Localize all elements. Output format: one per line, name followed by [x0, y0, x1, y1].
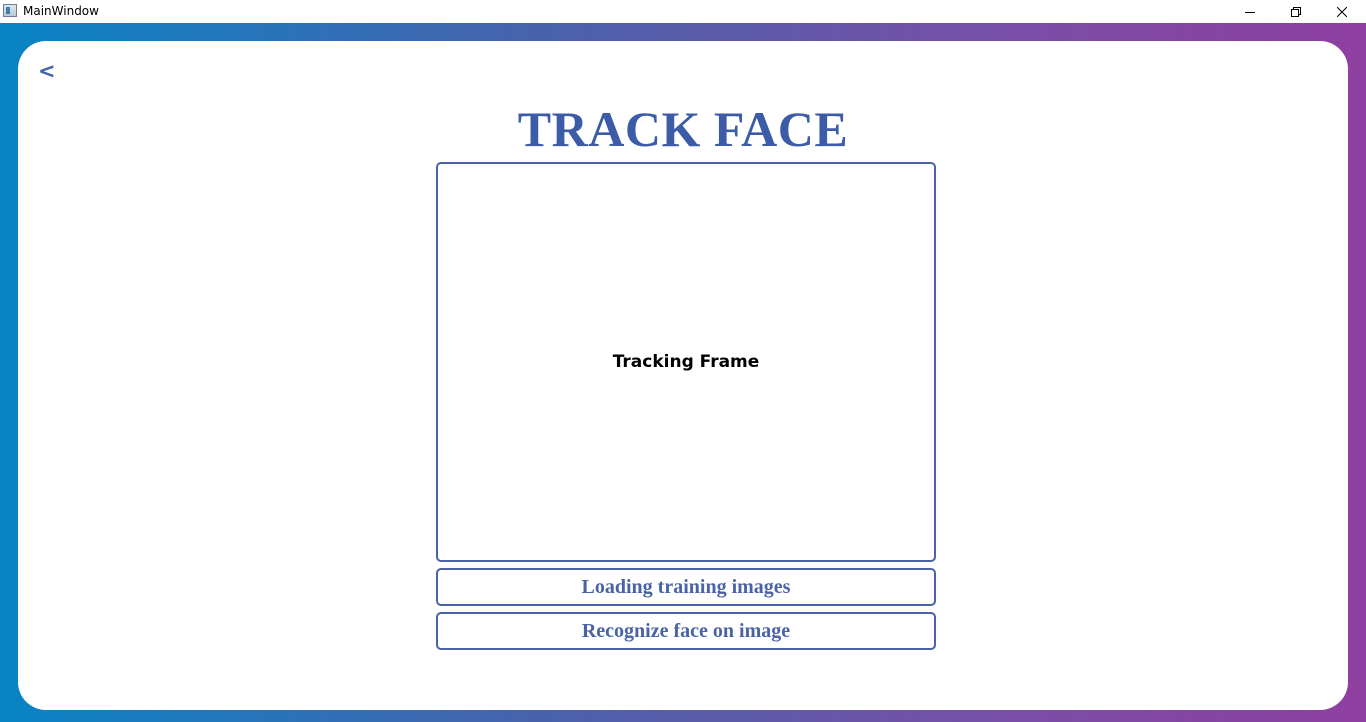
minimize-button[interactable]	[1227, 0, 1273, 23]
app-icon	[3, 4, 17, 17]
page-title: TRACK FACE	[517, 101, 849, 157]
restore-button[interactable]	[1273, 0, 1319, 23]
window-title: MainWindow	[23, 4, 99, 18]
minimize-icon	[1245, 11, 1255, 13]
window-titlebar: MainWindow	[0, 0, 1366, 23]
tracking-frame: Tracking Frame	[436, 162, 936, 562]
restore-icon	[1291, 6, 1301, 17]
recognize-face-button[interactable]: Recognize face on image	[436, 612, 936, 650]
load-training-images-button[interactable]: Loading training images	[436, 568, 936, 606]
close-icon	[1337, 6, 1347, 17]
back-button[interactable]: <	[38, 57, 58, 85]
close-button[interactable]	[1319, 0, 1365, 23]
tracking-frame-label: Tracking Frame	[612, 352, 760, 372]
